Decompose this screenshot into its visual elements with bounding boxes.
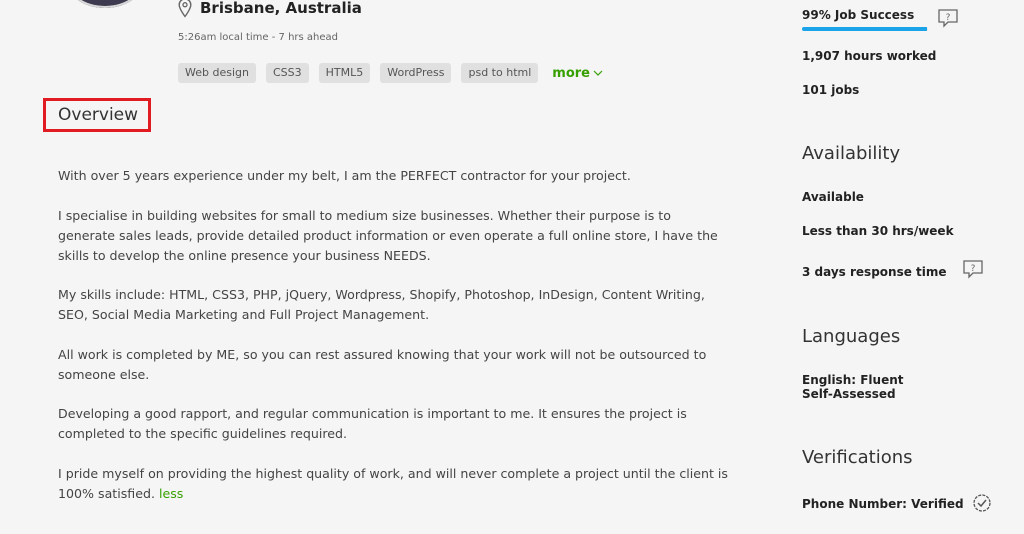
skill-tag[interactable]: WordPress (380, 63, 452, 83)
skill-tag[interactable]: HTML5 (318, 63, 371, 83)
response-time: 3 days response time (802, 265, 947, 279)
overview-paragraph: With over 5 years experience under my be… (58, 168, 631, 183)
job-success-bar (802, 27, 928, 31)
more-skills-link[interactable]: more (552, 66, 603, 81)
svg-text:?: ? (946, 13, 951, 23)
location-text: Brisbane, Australia (200, 0, 362, 17)
availability-heading: Availability (802, 143, 901, 164)
availability-status: Available (802, 190, 864, 204)
jobs-count: 101 jobs (802, 83, 860, 97)
overview-paragraph: All work is completed by ME, so you can … (58, 346, 707, 382)
skill-tag[interactable]: psd to html (461, 63, 539, 83)
overview-paragraph: My skills include: HTML, CSS3, PHP, jQue… (58, 287, 705, 322)
phone-verified: Phone Number: Verified (802, 497, 964, 511)
map-pin-icon (178, 0, 192, 18)
help-icon[interactable]: ? (937, 8, 959, 32)
skills-list: Web design CSS3 HTML5 WordPress psd to h… (178, 63, 603, 83)
location: Brisbane, Australia (178, 0, 362, 18)
help-icon[interactable]: ? (962, 259, 984, 283)
overview-paragraph: Developing a good rapport, and regular c… (58, 406, 687, 441)
local-time: 5:26am local time - 7 hrs ahead (178, 32, 339, 43)
verifications-heading: Verifications (802, 447, 913, 468)
verified-check-icon (972, 493, 992, 517)
job-success-bar-fill (802, 27, 927, 31)
languages-heading: Languages (802, 326, 901, 347)
availability-hours: Less than 30 hrs/week (802, 224, 954, 238)
overview-description: With over 5 years experience under my be… (58, 166, 728, 523)
overview-paragraph: I specialise in building websites for sm… (58, 207, 718, 263)
language-entry: English: Fluent (802, 373, 904, 387)
svg-text:?: ? (971, 264, 976, 274)
job-success-label: 99% Job Success (802, 8, 915, 22)
more-label: more (552, 65, 590, 81)
language-level: Self-Assessed (802, 387, 896, 401)
chevron-down-icon (593, 70, 603, 76)
skill-tag[interactable]: CSS3 (265, 63, 309, 83)
overview-paragraph-last: I pride myself on providing the highest … (58, 464, 728, 504)
less-link[interactable]: less (159, 486, 183, 501)
hours-worked: 1,907 hours worked (802, 49, 937, 63)
skill-tag[interactable]: Web design (178, 63, 256, 83)
overview-heading: Overview (43, 98, 151, 132)
avatar[interactable] (64, 0, 146, 8)
